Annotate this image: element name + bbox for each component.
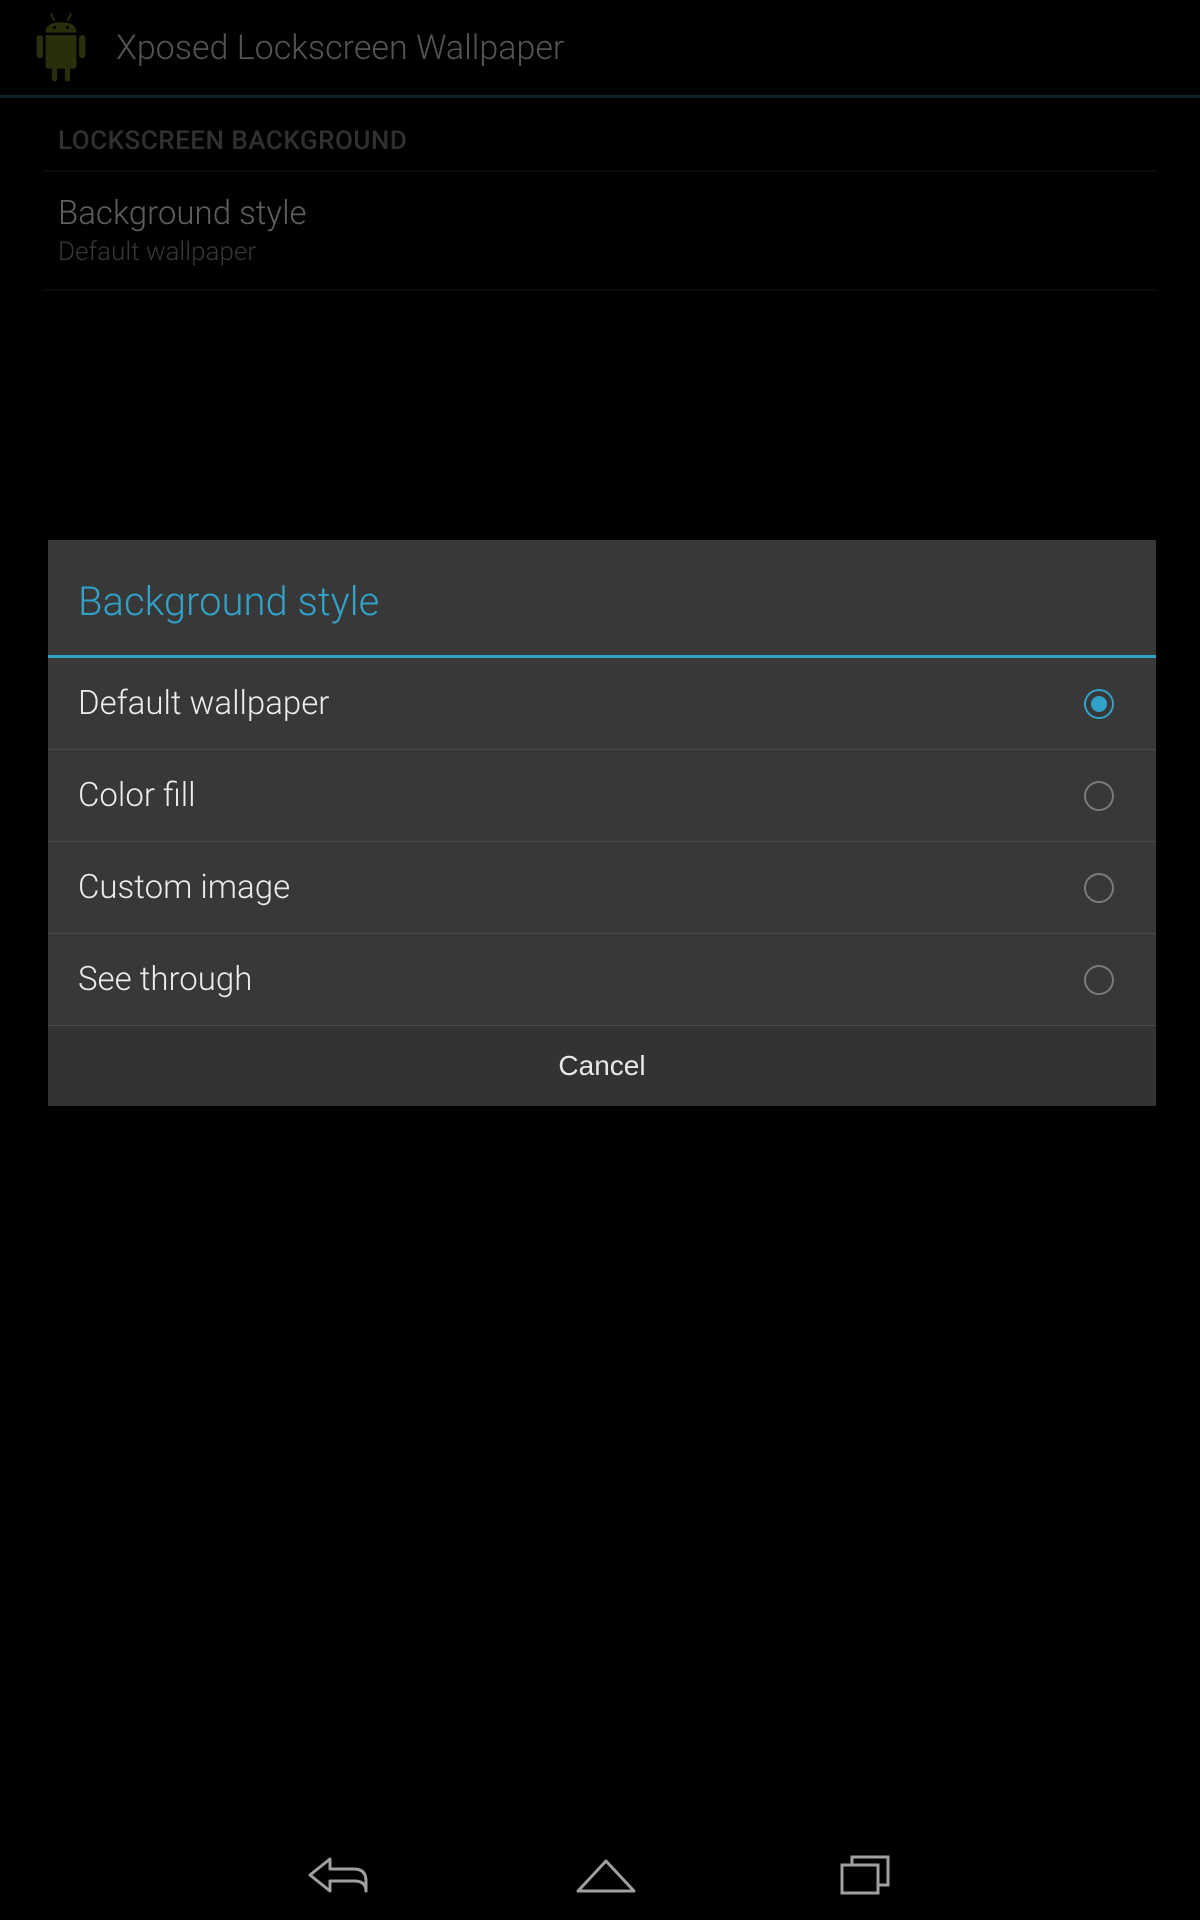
dialog-option-custom-image[interactable]: Custom image xyxy=(48,842,1156,934)
radio-icon xyxy=(1084,873,1114,903)
preference-summary: Default wallpaper xyxy=(58,237,1142,267)
dialog-title-bar: Background style xyxy=(48,540,1156,658)
preference-background-style[interactable]: Background style Default wallpaper xyxy=(44,172,1156,291)
dialog-option-see-through[interactable]: See through xyxy=(48,934,1156,1026)
back-icon[interactable] xyxy=(306,1853,374,1897)
background-style-dialog: Background style Default wallpaper Color… xyxy=(48,540,1156,1106)
navigation-bar xyxy=(0,1830,1200,1920)
home-icon[interactable] xyxy=(574,1855,638,1895)
settings-container: LOCKSCREEN BACKGROUND Background style D… xyxy=(0,98,1200,291)
recent-apps-icon[interactable] xyxy=(838,1853,894,1897)
section-header: LOCKSCREEN BACKGROUND xyxy=(44,98,1156,172)
app-header: Xposed Lockscreen Wallpaper xyxy=(0,0,1200,98)
dialog-option-default-wallpaper[interactable]: Default wallpaper xyxy=(48,658,1156,750)
dialog-option-label: See through xyxy=(78,960,252,999)
dialog-option-label: Custom image xyxy=(78,868,290,907)
radio-icon xyxy=(1084,965,1114,995)
preference-title: Background style xyxy=(58,194,1142,233)
dialog-title: Background style xyxy=(78,578,1126,625)
cancel-button[interactable]: Cancel xyxy=(558,1050,645,1082)
radio-icon xyxy=(1084,689,1114,719)
dialog-option-label: Default wallpaper xyxy=(78,684,329,723)
dialog-option-color-fill[interactable]: Color fill xyxy=(48,750,1156,842)
dialog-option-label: Color fill xyxy=(78,776,196,815)
radio-icon xyxy=(1084,781,1114,811)
app-title: Xposed Lockscreen Wallpaper xyxy=(116,28,564,68)
android-icon xyxy=(30,12,92,84)
dialog-button-bar: Cancel xyxy=(48,1026,1156,1106)
